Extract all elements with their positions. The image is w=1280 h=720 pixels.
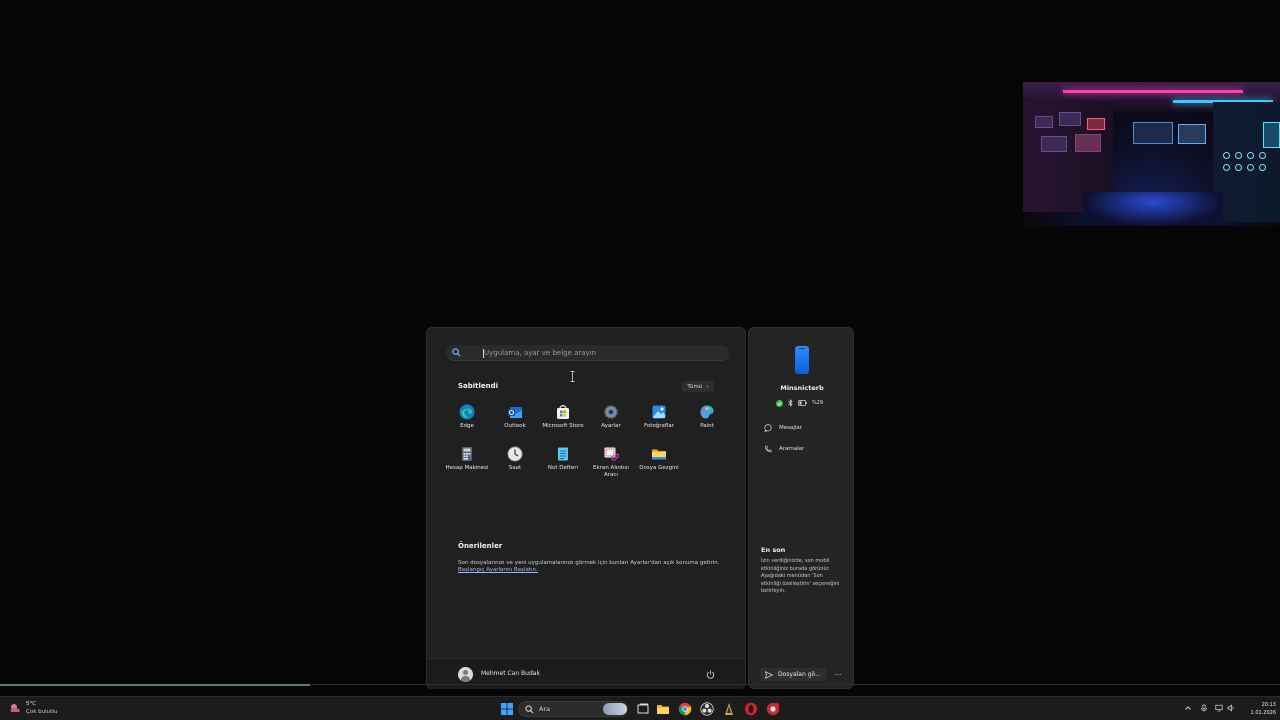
microphone-icon[interactable] <box>1200 704 1208 712</box>
volume-icon[interactable] <box>1227 704 1235 712</box>
pinned-section-title: Sabitlendi <box>458 382 499 390</box>
clock-icon <box>507 446 523 462</box>
cloud-weather-icon <box>10 704 20 712</box>
store-icon <box>557 405 569 419</box>
start-search-input[interactable] <box>484 346 714 360</box>
photos-icon <box>652 405 666 419</box>
connected-check-icon <box>776 399 783 407</box>
file-explorer-icon[interactable] <box>656 702 670 716</box>
windows-start-icon[interactable] <box>500 702 514 716</box>
pinned-app-settings[interactable]: Ayarlar <box>587 402 635 442</box>
app-label: Ayarlar <box>601 423 621 429</box>
snipping-tool-icon <box>604 447 619 461</box>
battery-icon <box>798 400 807 406</box>
taskbar-search-label: Ara <box>539 705 551 713</box>
network-icon[interactable] <box>1215 704 1223 712</box>
pinned-app-calculator[interactable]: Hesap Makinesi <box>443 444 491 484</box>
pinned-app-paint[interactable]: Paint <box>683 402 731 442</box>
app-label: Edge <box>460 423 474 429</box>
obs-studio-icon[interactable] <box>700 702 714 716</box>
search-icon <box>452 348 461 357</box>
app-label: Ekran Alıntısı Aracı <box>593 465 629 478</box>
all-apps-label: Tümü <box>687 383 703 390</box>
weather-temperature: 5°C <box>26 701 37 707</box>
app-label: Dosya Gezgini <box>639 465 679 471</box>
all-apps-button[interactable]: Tümü › <box>682 381 714 392</box>
mouse-cursor-icon <box>570 371 575 382</box>
more-options-button[interactable]: ··· <box>831 668 845 681</box>
user-name[interactable]: Mehmet Can Budak <box>481 670 540 677</box>
pinned-app-notepad[interactable]: Not Defteri <box>539 444 587 484</box>
send-files-button[interactable]: Dosyalan gö... <box>760 668 826 681</box>
recent-activity-description: İzin verdiğinizde, son mobil etkinliğini… <box>761 558 840 594</box>
calculator-icon <box>462 447 472 461</box>
app-label: Fotoğraflar <box>643 423 675 429</box>
start-search-box[interactable] <box>446 345 729 382</box>
send-icon <box>765 670 773 679</box>
taskbar-search-box[interactable]: Ara <box>518 701 628 717</box>
pinned-app-clock[interactable]: Saat <box>491 444 539 484</box>
app-label: Microsoft Store <box>542 423 584 429</box>
send-files-label: Dosyalan gö... <box>778 671 821 678</box>
app-label: Not Defteri <box>547 465 579 471</box>
chevron-up-icon[interactable] <box>1184 704 1192 712</box>
search-highlight-image <box>603 703 627 715</box>
outlook-icon <box>508 407 522 418</box>
task-view-icon[interactable] <box>636 702 650 716</box>
chrome-icon[interactable] <box>678 702 692 716</box>
messages-link[interactable]: Mesajlar <box>764 423 802 433</box>
pinned-app-snipping-tool[interactable]: Ekran Alıntısı Aracı <box>587 444 635 484</box>
webcam-overlay-image <box>1023 82 1280 226</box>
app-label: Saat <box>508 465 522 471</box>
pinned-app-outlook[interactable]: Outlook <box>491 402 539 442</box>
phone-status-row: %29 <box>776 399 823 407</box>
calls-label: Aramalar <box>779 446 805 452</box>
chrome-alt-icon[interactable] <box>766 702 780 716</box>
start-settings-link[interactable]: Başlangıç Ayarlarını Başlatın. <box>458 567 538 573</box>
messages-label: Mesajlar <box>779 425 803 431</box>
start-menu: Sabitlendi Tümü › Edge Outlook <box>426 327 746 689</box>
phone-icon <box>795 346 809 374</box>
folder-icon <box>652 449 666 460</box>
desktop-background: Sabitlendi Tümü › Edge Outlook <box>0 0 1280 696</box>
phone-link-panel: Minsnicterb %29 Mesajlar Aramalar En son… <box>748 327 854 689</box>
user-avatar[interactable] <box>458 667 473 682</box>
app-label: Outlook <box>504 423 526 429</box>
taskbar: 5°C Çok bulutlu Ara 20:13 1.01.2026 <box>0 696 1280 720</box>
phone-call-icon <box>765 445 772 453</box>
recommended-section-title: Önerilenler <box>458 542 503 550</box>
settings-gear-icon <box>604 405 618 419</box>
phone-device-name: Minsnicterb <box>780 384 824 392</box>
app-label: Hesap Makinesi <box>445 465 489 471</box>
notepad-icon <box>558 447 568 461</box>
battery-level: %29 <box>812 400 824 406</box>
pinned-app-microsoft-store[interactable]: Microsoft Store <box>539 402 587 442</box>
calls-link[interactable]: Aramalar <box>764 444 804 454</box>
recommended-description: Son dosyalarınızı ve yeni uygulamalarını… <box>458 560 720 566</box>
clock-date: 1.01.2026 <box>1250 710 1276 716</box>
weather-widget[interactable]: 5°C Çok bulutlu <box>9 700 69 718</box>
opera-icon[interactable] <box>744 702 758 716</box>
power-icon[interactable] <box>706 670 715 679</box>
clock-time: 20:13 <box>1261 702 1276 708</box>
chevron-right-icon: › <box>706 383 709 390</box>
app-label: Paint <box>700 423 714 429</box>
taskbar-clock[interactable]: 20:13 1.01.2026 <box>1238 701 1276 717</box>
search-icon <box>525 705 534 714</box>
recent-activity-title: En son <box>761 546 786 554</box>
pinned-app-photos[interactable]: Fotoğraflar <box>635 402 683 442</box>
launcher-app-icon[interactable] <box>722 702 736 716</box>
bluetooth-icon <box>788 399 793 407</box>
pinned-app-edge[interactable]: Edge <box>443 402 491 442</box>
pinned-app-file-explorer[interactable]: Dosya Gezgini <box>635 444 683 484</box>
weather-description: Çok bulutlu <box>26 709 58 715</box>
chat-bubble-icon <box>764 424 772 432</box>
progress-line <box>0 684 310 686</box>
paint-icon <box>700 405 714 419</box>
edge-icon <box>459 404 475 420</box>
